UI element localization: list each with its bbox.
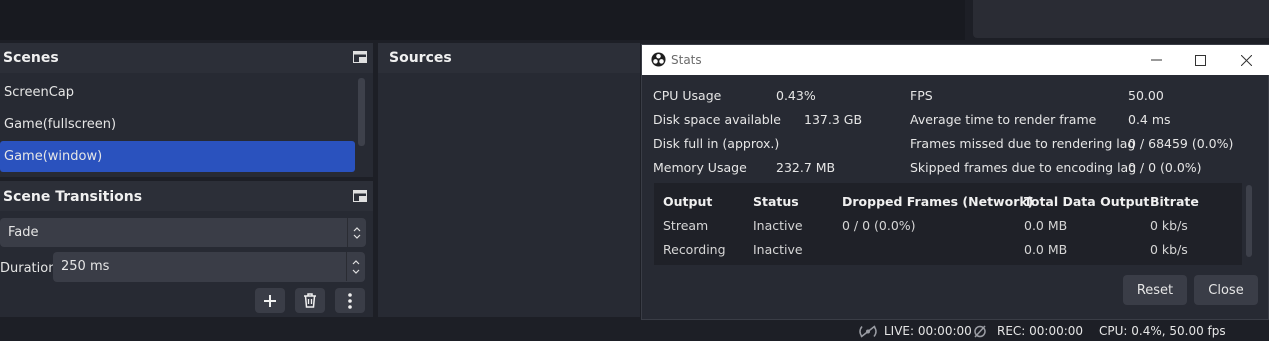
undock-icon[interactable] <box>353 190 367 202</box>
sources-dock <box>378 43 640 317</box>
frames-missed-value: 0 / 68459 (0.0%) <box>1128 136 1234 151</box>
column-header-status: Status <box>753 194 799 209</box>
select-arrows-icon <box>347 218 366 247</box>
spin-arrows-icon[interactable] <box>346 252 365 281</box>
maximize-icon <box>1194 54 1206 66</box>
table-cell: 0.0 MB <box>1024 242 1068 257</box>
table-cell: 0.0 MB <box>1024 218 1068 233</box>
undock-icon[interactable] <box>353 51 367 63</box>
frames-missed-label: Frames missed due to rendering lag <box>910 136 1136 151</box>
column-header-output: Output <box>663 194 713 209</box>
table-cell: Recording <box>663 242 726 257</box>
scene-item-game-window[interactable]: Game(window) <box>0 141 355 172</box>
table-cell: 0 kb/s <box>1150 218 1188 233</box>
close-window-button[interactable] <box>1226 45 1266 75</box>
reset-button[interactable]: Reset <box>1123 275 1187 305</box>
table-cell: Inactive <box>753 218 803 233</box>
fps-value: 50.00 <box>1128 88 1164 103</box>
table-cell: Stream <box>663 218 709 233</box>
memory-usage-value: 232.7 MB <box>776 160 836 175</box>
fps-label: FPS <box>910 88 933 103</box>
duration-value: 250 ms <box>61 259 110 274</box>
more-vertical-icon <box>348 292 352 309</box>
table-cell: 0 kb/s <box>1150 242 1188 257</box>
obs-logo-icon <box>651 52 666 67</box>
skipped-frames-label: Skipped frames due to encoding lag <box>910 160 1137 175</box>
cpu-fps-status: CPU: 0.4%, 50.00 fps <box>1099 324 1226 338</box>
cpu-usage-label: CPU Usage <box>653 88 722 103</box>
preview-area <box>0 0 965 40</box>
rec-timer: REC: 00:00:00 <box>997 324 1084 338</box>
scenes-title: Scenes <box>3 50 59 66</box>
live-timer: LIVE: 00:00:00 <box>884 324 972 338</box>
stream-signal-icon <box>859 325 877 338</box>
memory-usage-label: Memory Usage <box>653 160 747 175</box>
disk-full-label: Disk full in (approx.) <box>653 136 780 151</box>
stats-window-title: Stats <box>671 53 702 67</box>
trash-icon <box>304 293 316 308</box>
maximize-button[interactable] <box>1180 45 1220 75</box>
transitions-title: Scene Transitions <box>3 189 143 205</box>
duration-label: Duration <box>0 261 57 276</box>
disk-space-value: 137.3 GB <box>804 112 863 127</box>
column-header-bitrate: Bitrate <box>1150 194 1199 209</box>
sources-title: Sources <box>389 50 452 66</box>
table-cell: Inactive <box>753 242 803 257</box>
disk-space-label: Disk space available <box>653 112 781 127</box>
minimize-button[interactable] <box>1136 45 1176 75</box>
scene-item-screencap[interactable]: ScreenCap <box>0 77 355 108</box>
transition-select-value: Fade <box>8 225 39 240</box>
record-status-icon <box>974 325 986 338</box>
transition-select[interactable]: Fade <box>0 218 366 247</box>
transition-properties-button[interactable] <box>335 288 365 313</box>
scene-item-game-fullscreen[interactable]: Game(fullscreen) <box>0 109 355 140</box>
add-transition-button[interactable] <box>255 288 285 313</box>
scenes-scrollbar[interactable] <box>358 78 365 146</box>
plus-icon <box>264 294 276 307</box>
column-header-total-data: Total Data Output <box>1024 194 1150 209</box>
render-time-value: 0.4 ms <box>1128 112 1171 127</box>
cpu-usage-value: 0.43% <box>776 88 816 103</box>
close-icon <box>1240 54 1252 66</box>
remove-transition-button[interactable] <box>295 288 325 313</box>
top-right-panel <box>973 0 1269 38</box>
skipped-frames-value: 0 / 0 (0.0%) <box>1128 160 1202 175</box>
minimize-icon <box>1150 59 1162 61</box>
close-button[interactable]: Close <box>1194 275 1258 305</box>
column-header-dropped-frames: Dropped Frames (Network) <box>842 194 1034 209</box>
duration-spinbox[interactable]: 250 ms <box>53 252 365 282</box>
output-table-scrollbar[interactable] <box>1246 185 1252 257</box>
render-time-label: Average time to render frame <box>910 112 1097 127</box>
table-cell: 0 / 0 (0.0%) <box>842 218 916 233</box>
